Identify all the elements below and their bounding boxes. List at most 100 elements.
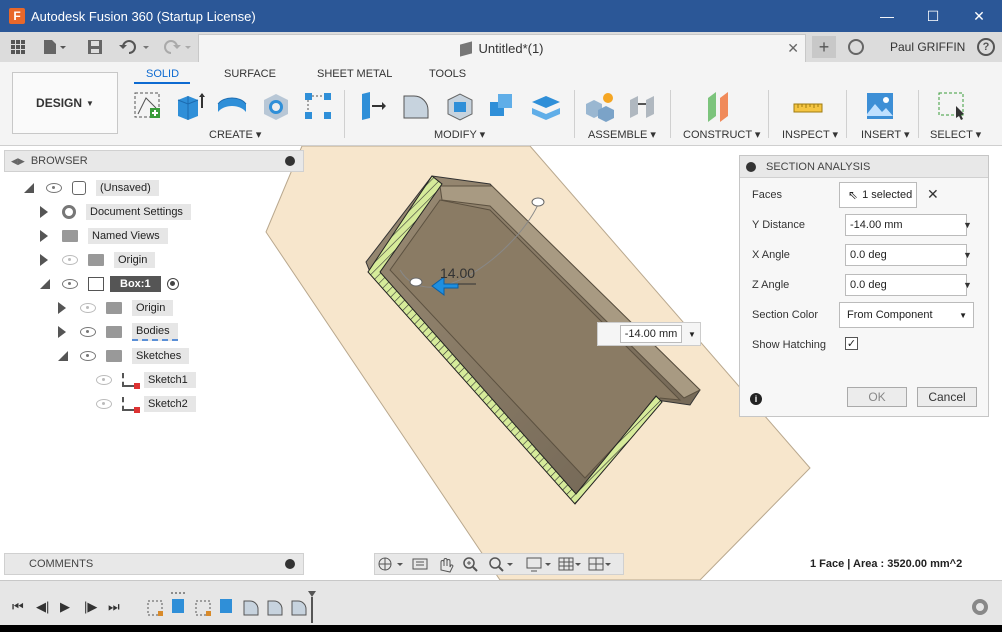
select-icon[interactable] — [936, 90, 968, 122]
new-tab-button[interactable]: + — [812, 36, 836, 58]
collapse-arrow-icon[interactable] — [24, 183, 34, 193]
tree-item-sketches[interactable]: Sketches — [58, 346, 190, 366]
visibility-eye-icon[interactable] — [96, 375, 112, 385]
save-icon[interactable] — [86, 36, 104, 58]
create-menu[interactable]: CREATE ▾ — [209, 128, 261, 141]
new-component-icon[interactable] — [584, 90, 616, 122]
timeline-sketch-icon[interactable] — [147, 600, 163, 616]
maximize-button[interactable]: ☐ — [910, 0, 956, 32]
go-to-start-icon[interactable]: ⏮ — [12, 599, 24, 615]
user-name[interactable]: Paul GRIFFIN — [890, 40, 965, 54]
timeline-extrude-icon[interactable] — [220, 599, 232, 613]
redo-icon[interactable] — [160, 36, 194, 58]
dialog-header[interactable]: SECTION ANALYSIS — [740, 156, 988, 178]
close-window-button[interactable]: ✕ — [956, 0, 1002, 32]
collapse-panel-icon[interactable]: ◀▶ — [11, 156, 25, 167]
timeline-extrude-icon[interactable] — [171, 592, 185, 613]
section-color-select[interactable]: From Component ▼ — [839, 302, 974, 328]
shell-icon[interactable] — [444, 90, 476, 122]
cancel-button[interactable]: Cancel — [917, 387, 977, 407]
job-status-icon[interactable] — [848, 39, 864, 55]
visibility-eye-icon[interactable] — [80, 303, 96, 313]
timeline-sketch-icon[interactable] — [195, 600, 211, 616]
orbit-icon[interactable] — [378, 557, 403, 571]
tab-surface[interactable]: SURFACE — [224, 68, 276, 80]
modify-menu[interactable]: MODIFY ▾ — [434, 128, 485, 141]
tab-solid[interactable]: SOLID — [146, 68, 179, 80]
undo-icon[interactable] — [118, 36, 152, 58]
z-angle-input[interactable]: 0.0 deg — [845, 274, 967, 296]
clear-selection-icon[interactable]: ✕ — [927, 186, 939, 203]
chevron-down-icon[interactable]: ▼ — [963, 220, 972, 230]
inspect-menu[interactable]: INSPECT ▾ — [782, 128, 838, 141]
hole-icon[interactable] — [260, 90, 292, 122]
assemble-menu[interactable]: ASSEMBLE ▾ — [588, 128, 656, 141]
viewports-icon[interactable] — [588, 557, 611, 571]
x-angle-input[interactable]: 0.0 deg — [845, 244, 967, 266]
construct-menu[interactable]: CONSTRUCT ▾ — [683, 128, 760, 141]
chevron-down-icon[interactable]: ▼ — [688, 330, 696, 339]
zoom-icon[interactable] — [463, 557, 478, 572]
step-back-icon[interactable]: ◀| — [36, 599, 49, 615]
look-at-icon[interactable] — [412, 558, 428, 570]
joint-icon[interactable] — [626, 90, 658, 122]
info-icon[interactable]: i — [750, 393, 762, 405]
faces-selection-button[interactable]: ⇖ 1 selected — [839, 182, 917, 208]
timeline-fillet-icon[interactable] — [267, 600, 283, 616]
insert-menu[interactable]: INSERT ▾ — [861, 128, 910, 141]
tree-item-origin[interactable]: Origin — [40, 250, 156, 270]
collapse-arrow-icon[interactable] — [58, 351, 68, 361]
tree-item-named-views[interactable]: Named Views — [40, 226, 168, 246]
distance-handle-icon[interactable] — [409, 277, 423, 287]
combine-icon[interactable] — [486, 90, 518, 122]
collapse-dialog-icon[interactable] — [746, 161, 756, 172]
collapse-arrow-icon[interactable] — [40, 279, 50, 289]
measure-icon[interactable] — [792, 90, 824, 122]
go-to-end-icon[interactable]: ⏭ — [108, 599, 120, 615]
press-pull-icon[interactable] — [356, 90, 388, 122]
pan-hand-icon[interactable] — [440, 558, 454, 573]
add-comment-icon[interactable] — [285, 559, 295, 569]
activate-radio-icon[interactable] — [166, 278, 179, 290]
tree-item-box-origin[interactable]: Origin — [58, 298, 174, 318]
chevron-down-icon[interactable]: ▼ — [963, 250, 972, 260]
visibility-eye-icon[interactable] — [46, 183, 62, 193]
tab-tools[interactable]: TOOLS — [429, 68, 466, 80]
insert-image-icon[interactable] — [864, 90, 896, 122]
visibility-eye-icon[interactable] — [96, 399, 112, 409]
tree-item-sketch1[interactable]: Sketch1 — [96, 370, 196, 390]
distance-inline-input[interactable]: -14.00 mm — [620, 325, 682, 343]
close-tab-icon[interactable]: ✕ — [787, 40, 799, 57]
fillet-icon[interactable] — [400, 90, 432, 122]
y-distance-input[interactable]: -14.00 mm — [845, 214, 967, 236]
minimize-button[interactable]: — — [864, 0, 910, 32]
visibility-eye-icon[interactable] — [80, 327, 96, 337]
fit-icon[interactable] — [489, 557, 513, 572]
tree-item-bodies[interactable]: Bodies — [58, 322, 178, 342]
create-sketch-icon[interactable] — [132, 90, 164, 122]
timeline-marker[interactable] — [308, 591, 316, 623]
timeline-fillet-icon[interactable] — [291, 600, 307, 616]
tree-item-sketch2[interactable]: Sketch2 — [96, 394, 196, 414]
play-icon[interactable]: ▶ — [60, 599, 70, 615]
expand-arrow-icon[interactable] — [40, 206, 48, 218]
workspace-switcher-button[interactable]: DESIGN ▼ — [12, 72, 118, 134]
app-grid-icon[interactable] — [8, 36, 28, 58]
rotate-handle-icon[interactable] — [531, 197, 545, 207]
step-forward-icon[interactable]: |▶ — [84, 599, 97, 615]
document-tab[interactable]: Untitled*(1) ✕ — [198, 34, 806, 62]
display-settings-icon[interactable] — [526, 557, 551, 572]
expand-arrow-icon[interactable] — [58, 302, 66, 314]
offset-plane-icon[interactable] — [702, 90, 734, 122]
expand-arrow-icon[interactable] — [58, 326, 66, 338]
chevron-down-icon[interactable]: ▼ — [963, 280, 972, 290]
show-hatching-checkbox[interactable]: ✓ — [845, 337, 858, 350]
timeline-fillet-icon[interactable] — [243, 600, 259, 616]
tab-sheet-metal[interactable]: SHEET METAL — [317, 68, 392, 80]
expand-arrow-icon[interactable] — [40, 230, 48, 242]
visibility-eye-icon[interactable] — [62, 255, 78, 265]
replace-face-icon[interactable] — [530, 90, 562, 122]
tree-item-root[interactable]: (Unsaved) — [24, 178, 159, 198]
select-menu[interactable]: SELECT ▾ — [930, 128, 981, 141]
extrude-icon[interactable] — [174, 90, 206, 122]
